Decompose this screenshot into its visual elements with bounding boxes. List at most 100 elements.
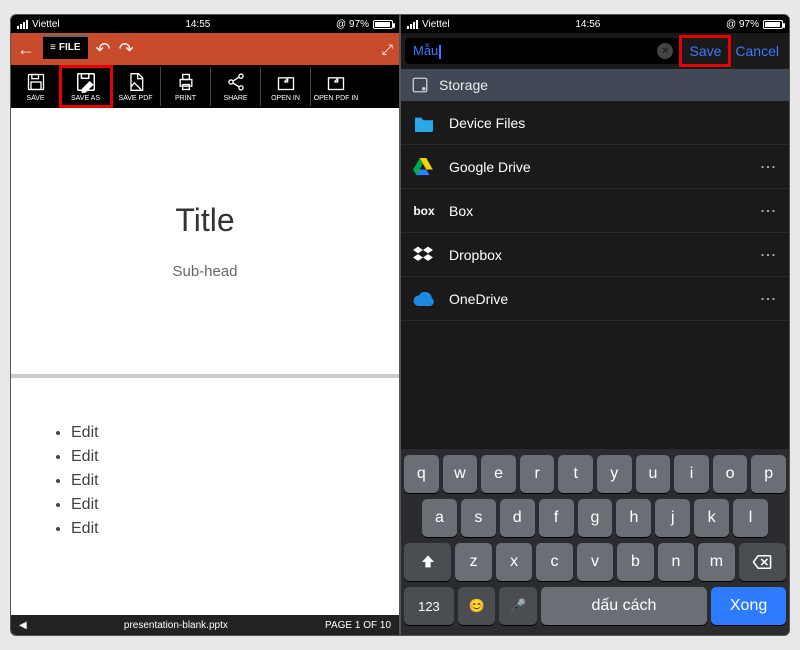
- share-button[interactable]: SHARE: [211, 67, 261, 106]
- file-tab-label: FILE: [59, 42, 81, 53]
- open-in-button[interactable]: OPEN IN: [261, 67, 311, 106]
- slide-2[interactable]: Edit Edit Edit Edit Edit: [11, 378, 399, 615]
- print-label: PRINT: [175, 95, 196, 102]
- key-l[interactable]: l: [733, 499, 768, 537]
- signal-icon: [407, 20, 418, 29]
- key-r[interactable]: r: [520, 455, 555, 493]
- bullet-list[interactable]: Edit Edit Edit Edit Edit: [51, 424, 359, 538]
- keyboard-row-4: 123 😊 🎤 dấu cách Xong: [404, 587, 786, 625]
- back-icon[interactable]: ←: [17, 39, 35, 60]
- battery-icon: [763, 20, 783, 29]
- key-b[interactable]: b: [617, 543, 653, 581]
- more-icon[interactable]: ⋮: [758, 291, 777, 307]
- slide-1[interactable]: Title Sub-head: [11, 108, 399, 378]
- key-p[interactable]: p: [751, 455, 786, 493]
- filename-input[interactable]: Mẫu ✕: [405, 38, 681, 64]
- keyboard-row-2: a s d f g h j k l: [404, 499, 786, 537]
- file-tab[interactable]: ≡ FILE: [43, 35, 88, 59]
- save-button[interactable]: Save: [683, 39, 727, 63]
- open-pdf-in-button[interactable]: OPEN PDF IN: [311, 67, 361, 106]
- save-as-button[interactable]: SAVE AS: [61, 67, 111, 106]
- print-button[interactable]: PRINT: [161, 67, 211, 106]
- key-v[interactable]: v: [577, 543, 613, 581]
- filename-value: Mẫu: [413, 43, 438, 58]
- status-time: 14:56: [575, 19, 600, 30]
- key-h[interactable]: h: [616, 499, 651, 537]
- key-w[interactable]: w: [443, 455, 478, 493]
- list-item[interactable]: Edit: [71, 424, 359, 442]
- save-pdf-button[interactable]: SAVE PDF: [111, 67, 161, 106]
- key-j[interactable]: j: [655, 499, 690, 537]
- key-backspace[interactable]: [739, 543, 786, 581]
- prev-arrow-icon[interactable]: ◀: [19, 620, 27, 631]
- key-space[interactable]: dấu cách: [541, 587, 707, 625]
- backspace-icon: [752, 555, 772, 569]
- source-device-files[interactable]: Device Files: [401, 101, 789, 145]
- key-y[interactable]: y: [597, 455, 632, 493]
- source-label: Device Files: [449, 115, 525, 131]
- redo-icon[interactable]: ↷: [119, 39, 134, 60]
- source-dropbox[interactable]: Dropbox ⋮: [401, 233, 789, 277]
- key-done[interactable]: Xong: [711, 587, 786, 625]
- key-z[interactable]: z: [455, 543, 491, 581]
- key-u[interactable]: u: [636, 455, 671, 493]
- source-google-drive[interactable]: Google Drive ⋮: [401, 145, 789, 189]
- fullscreen-icon[interactable]: ⤢: [382, 41, 393, 58]
- share-icon: [226, 71, 246, 93]
- key-d[interactable]: d: [500, 499, 535, 537]
- key-x[interactable]: x: [496, 543, 532, 581]
- carrier-label: Viettel: [422, 19, 450, 30]
- signal-icon: [17, 20, 28, 29]
- save-dialog-screen: Viettel 14:56 @ 97% Mẫu ✕ Save Cancel St…: [401, 15, 789, 635]
- list-item[interactable]: Edit: [71, 496, 359, 514]
- dropbox-icon: [413, 246, 435, 264]
- slide-title[interactable]: Title: [175, 202, 234, 239]
- save-label: SAVE: [26, 95, 44, 102]
- key-n[interactable]: n: [658, 543, 694, 581]
- key-s[interactable]: s: [461, 499, 496, 537]
- key-a[interactable]: a: [422, 499, 457, 537]
- printer-icon: [176, 71, 196, 93]
- source-onedrive[interactable]: OneDrive ⋮: [401, 277, 789, 321]
- list-item[interactable]: Edit: [71, 520, 359, 538]
- footer-page: PAGE 1 OF 10: [325, 620, 391, 631]
- key-q[interactable]: q: [404, 455, 439, 493]
- key-i[interactable]: i: [674, 455, 709, 493]
- slide-subtitle[interactable]: Sub-head: [172, 263, 237, 280]
- list-item[interactable]: Edit: [71, 448, 359, 466]
- disk-icon: [411, 76, 429, 94]
- key-t[interactable]: t: [558, 455, 593, 493]
- source-label: Dropbox: [449, 247, 502, 263]
- battery-icon: [373, 20, 393, 29]
- key-k[interactable]: k: [694, 499, 729, 537]
- slide-panel[interactable]: Title Sub-head Edit Edit Edit Edit Edit: [11, 108, 399, 615]
- more-icon[interactable]: ⋮: [758, 203, 777, 219]
- key-numeric[interactable]: 123: [404, 587, 454, 625]
- list-item[interactable]: Edit: [71, 472, 359, 490]
- floppy-pencil-icon: [75, 71, 97, 93]
- more-icon[interactable]: ⋮: [758, 159, 777, 175]
- status-bar: Viettel 14:55 @ 97%: [11, 15, 399, 33]
- key-c[interactable]: c: [536, 543, 572, 581]
- key-e[interactable]: e: [481, 455, 516, 493]
- key-g[interactable]: g: [578, 499, 613, 537]
- onedrive-icon: [413, 292, 435, 306]
- source-label: OneDrive: [449, 291, 508, 307]
- source-box[interactable]: box Box ⋮: [401, 189, 789, 233]
- storage-sources-list: Device Files Google Drive ⋮ box Box ⋮: [401, 101, 789, 321]
- cancel-button[interactable]: Cancel: [729, 43, 785, 59]
- key-o[interactable]: o: [713, 455, 748, 493]
- key-shift[interactable]: [404, 543, 451, 581]
- clear-input-icon[interactable]: ✕: [657, 43, 673, 59]
- hamburger-icon: ≡: [50, 42, 56, 53]
- more-icon[interactable]: ⋮: [758, 247, 777, 263]
- key-emoji[interactable]: 😊: [458, 587, 495, 625]
- editor-screen: Viettel 14:55 @ 97% ← ≡ FILE ↶ ↷ ⤢ S: [11, 15, 399, 635]
- undo-icon[interactable]: ↶: [96, 39, 111, 60]
- key-mic[interactable]: 🎤: [499, 587, 536, 625]
- shift-icon: [420, 554, 436, 570]
- key-m[interactable]: m: [698, 543, 734, 581]
- save-button[interactable]: SAVE: [11, 67, 61, 106]
- pdf-icon: [126, 71, 146, 93]
- key-f[interactable]: f: [539, 499, 574, 537]
